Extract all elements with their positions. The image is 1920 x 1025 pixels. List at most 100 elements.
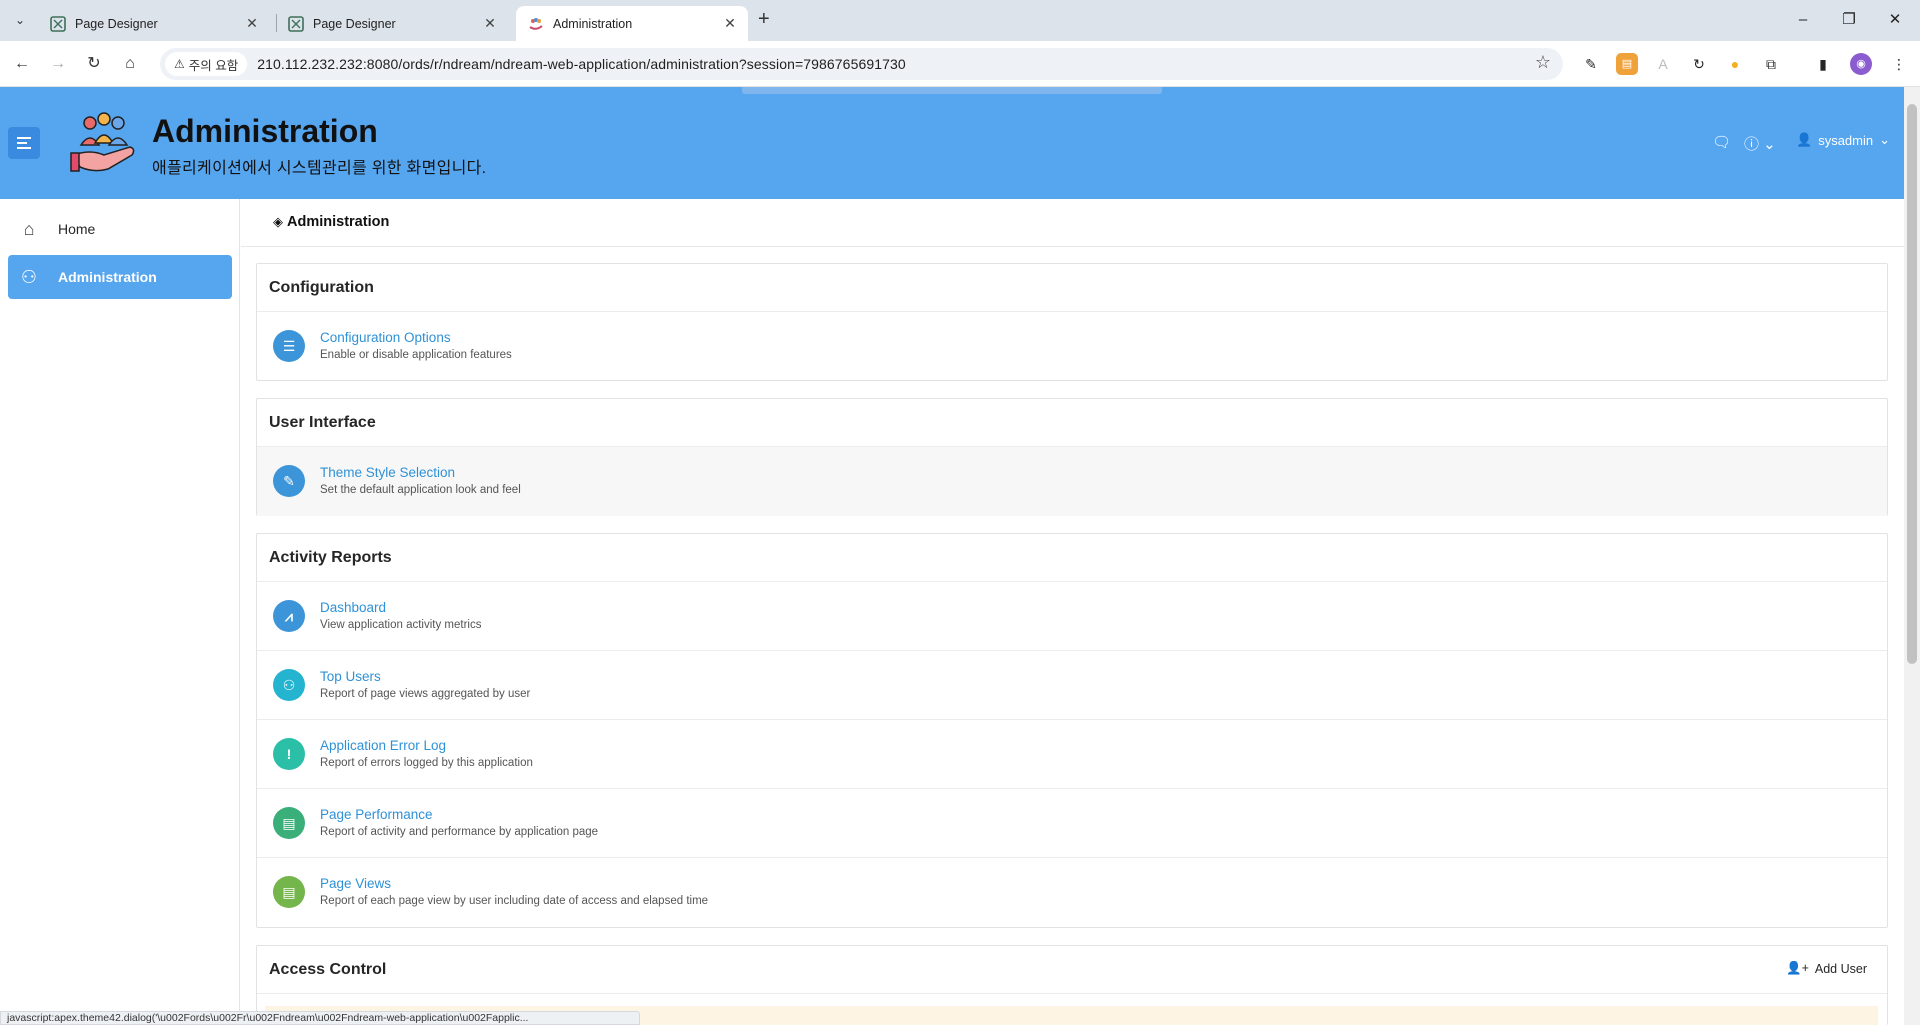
configuration-region: Configuration ☰ Configuration Options En… — [256, 263, 1888, 381]
sun-extension-icon[interactable]: ● — [1724, 53, 1746, 75]
sidebar-item-label: Home — [58, 221, 96, 237]
list-item-desc: Enable or disable application features — [320, 349, 512, 361]
page-subtitle: 애플리케이션에서 시스템관리를 위한 화면입니다. — [152, 160, 487, 177]
list-item-application-error-log[interactable]: ! Application Error Log Report of errors… — [257, 720, 1887, 789]
browser-tab-3[interactable]: Administration ✕ — [516, 6, 748, 41]
region-title: User Interface — [257, 399, 1887, 447]
region-title: Configuration — [257, 264, 1887, 312]
page-designer-icon — [288, 15, 304, 32]
tab-title: Administration — [553, 16, 633, 31]
notes-extension-icon[interactable]: ▤ — [1616, 53, 1638, 75]
region-header: Access Control 👤+ Add User — [257, 946, 1887, 994]
restore-icon[interactable]: ❐ — [1834, 8, 1864, 32]
region-title: Access Control — [269, 960, 387, 978]
browser-menu-icon[interactable]: ⋮ — [1888, 53, 1910, 75]
user-interface-region: User Interface ✎ Theme Style Selection S… — [256, 398, 1888, 516]
page-scrollbar-thumb[interactable] — [1907, 104, 1917, 664]
add-user-icon: 👤+ — [1786, 961, 1809, 975]
list-item-title[interactable]: Theme Style Selection — [320, 465, 455, 480]
region-title: Activity Reports — [257, 534, 1887, 582]
list-item-title[interactable]: Dashboard — [320, 600, 386, 615]
breadcrumb-bar: ◈ Administration — [241, 199, 1904, 247]
breadcrumb-current: Administration — [287, 214, 390, 230]
side-panel-icon[interactable]: ▮ — [1812, 53, 1834, 75]
sidebar-item-label: Administration — [58, 269, 157, 285]
browser-tab-1[interactable]: Page Designer ✕ — [38, 6, 270, 41]
reload-icon[interactable]: ↻ — [82, 52, 106, 76]
list-item-desc: Report of errors logged by this applicat… — [320, 757, 533, 769]
developer-toolbar-handle[interactable] — [742, 87, 1162, 94]
minimize-icon[interactable]: – — [1788, 8, 1818, 32]
sidebar-nav: ⌂ Home ⚇ Administration — [0, 199, 240, 1025]
close-icon[interactable]: ✕ — [482, 15, 498, 32]
user-wrench-icon: ⚇ — [20, 266, 38, 287]
browser-status-url: javascript:apex.theme42.dialog('\u002For… — [0, 1011, 640, 1025]
file-chart-icon: ▤ — [273, 807, 305, 839]
nav-menu-toggle-button[interactable] — [8, 127, 40, 159]
list-item-title[interactable]: Configuration Options — [320, 330, 451, 345]
list-item-page-views[interactable]: ▤ Page Views Report of each page view by… — [257, 858, 1887, 927]
address-bar[interactable]: ⚠ 주의 요함 210.112.232.232:8080/ords/r/ndre… — [160, 48, 1563, 80]
layers-icon: ◈ — [273, 214, 283, 229]
chart-icon: ⩘ — [273, 600, 305, 632]
forward-icon[interactable]: → — [46, 52, 70, 76]
list-item-page-performance[interactable]: ▤ Page Performance Report of activity an… — [257, 789, 1887, 858]
browser-tab-2[interactable]: Page Designer ✕ — [276, 6, 508, 41]
app-logo-icon — [70, 112, 135, 172]
list-item-title[interactable]: Application Error Log — [320, 738, 446, 753]
feedback-icon[interactable]: 🗨 — [1712, 133, 1731, 151]
warning-icon: ⚠ — [174, 57, 185, 71]
new-tab-button[interactable]: + — [758, 9, 770, 29]
browser-tabstrip: ⌄ Page Designer ✕ Page Designer ✕ Admini… — [0, 0, 1920, 41]
browser-toolbar: ← → ↻ ⌂ ⚠ 주의 요함 210.112.232.232:8080/ord… — [0, 41, 1920, 87]
add-user-label: Add User — [1814, 961, 1867, 976]
home-icon: ⌂ — [23, 218, 35, 239]
profile-avatar-icon[interactable]: ◉ — [1850, 53, 1872, 75]
font-extension-icon[interactable]: A — [1652, 53, 1674, 75]
eyedropper-extension-icon[interactable]: ✎ — [1580, 53, 1602, 75]
sidebar-item-administration[interactable]: ⚇ Administration — [8, 255, 232, 299]
user-icon: 👤 — [1796, 132, 1813, 147]
user-name: sysadmin — [1818, 132, 1874, 148]
bookmark-star-icon[interactable]: ☆ — [1535, 52, 1551, 73]
add-user-button[interactable]: 👤+ Add User — [1786, 961, 1867, 976]
sidebar-item-home[interactable]: ⌂ Home — [8, 207, 232, 251]
user-menu[interactable]: 👤 sysadmin ⌄ — [1796, 132, 1890, 148]
list-item-dashboard[interactable]: ⩘ Dashboard View application activity me… — [257, 582, 1887, 651]
home-icon[interactable]: ⌂ — [118, 52, 142, 76]
user-chart-icon: ⚇ — [273, 669, 305, 701]
page-designer-icon — [50, 15, 66, 32]
list-item-title[interactable]: Page Performance — [320, 807, 433, 822]
sliders-icon: ☰ — [273, 330, 305, 362]
list-item-title[interactable]: Page Views — [320, 876, 391, 891]
list-item-configuration-options[interactable]: ☰ Configuration Options Enable or disabl… — [257, 312, 1887, 381]
help-menu-icon[interactable]: ⓘ ⌄ — [1744, 133, 1776, 154]
tab-title: Page Designer — [313, 16, 396, 31]
window-close-icon[interactable]: ✕ — [1880, 8, 1910, 32]
list-item-title[interactable]: Top Users — [320, 669, 381, 684]
extensions-puzzle-icon[interactable]: ⧉ — [1760, 53, 1782, 75]
chevron-down-icon: ⌄ — [1879, 132, 1891, 147]
refresh-extension-icon[interactable]: ↻ — [1688, 53, 1710, 75]
app-favicon-icon — [529, 17, 543, 30]
url-text[interactable]: 210.112.232.232:8080/ords/r/ndream/ndrea… — [257, 56, 906, 72]
list-item-top-users[interactable]: ⚇ Top Users Report of page views aggrega… — [257, 651, 1887, 720]
list-item-desc: Report of each page view by user includi… — [320, 895, 709, 907]
list-item-desc: Report of activity and performance by ap… — [320, 826, 599, 838]
close-icon[interactable]: ✕ — [722, 15, 738, 32]
tab-search-button[interactable]: ⌄ — [8, 8, 32, 32]
file-search-icon: ▤ — [273, 876, 305, 908]
list-item-desc: View application activity metrics — [320, 619, 482, 631]
page-title: Administration — [152, 113, 378, 149]
exclamation-icon: ! — [273, 738, 305, 770]
security-warning-label: 주의 요함 — [188, 58, 239, 73]
tab-title: Page Designer — [75, 16, 158, 31]
security-warning-chip[interactable]: ⚠ 주의 요함 — [165, 52, 248, 76]
list-item-theme-style-selection[interactable]: ✎ Theme Style Selection Set the default … — [257, 447, 1887, 516]
close-icon[interactable]: ✕ — [244, 15, 260, 32]
app-header: Administration 애플리케이션에서 시스템관리를 위한 화면입니다.… — [0, 87, 1904, 199]
activity-reports-region: Activity Reports ⩘ Dashboard View applic… — [256, 533, 1888, 928]
breadcrumb: ◈ Administration — [273, 214, 389, 230]
list-item-desc: Report of page views aggregated by user — [320, 688, 531, 700]
back-icon[interactable]: ← — [10, 52, 34, 76]
